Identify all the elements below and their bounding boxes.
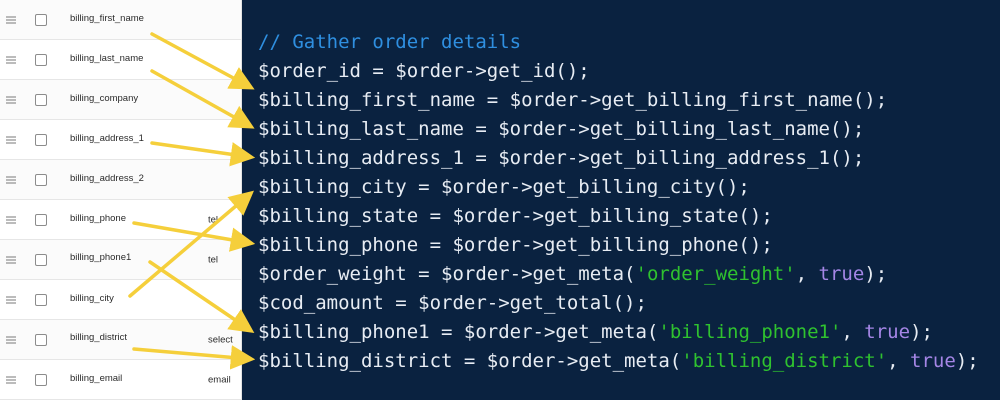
drag-handle-icon[interactable] (6, 216, 16, 223)
field-row[interactable]: billing_city (0, 280, 241, 320)
field-row[interactable]: billing_phone1 tel (0, 240, 241, 280)
row-checkbox[interactable] (35, 93, 47, 106)
drag-handle-icon[interactable] (6, 376, 16, 383)
drag-handle-icon[interactable] (6, 256, 16, 263)
field-type: tel (208, 214, 219, 225)
row-checkbox[interactable] (35, 53, 47, 66)
field-row[interactable]: billing_address_2 (0, 160, 241, 200)
code-comment: // Gather order details (258, 31, 522, 53)
code-text: ); (910, 321, 933, 343)
code-line: $billing_phone = $order->get_billing_pho… (258, 234, 773, 256)
code-text: $order_weight = $order->get_meta( (258, 263, 636, 285)
checkout-fields-list: billing_first_name billing_last_name bil… (0, 0, 242, 400)
code-editor: // Gather order details $order_id = $ord… (242, 0, 1000, 400)
field-row[interactable]: billing_address_1 (0, 120, 241, 160)
field-row[interactable]: billing_first_name (0, 0, 241, 40)
code-string: 'billing_district' (681, 350, 888, 372)
code-text: , (841, 321, 865, 343)
code-line: $billing_last_name = $order->get_billing… (258, 118, 865, 140)
row-checkbox[interactable] (35, 333, 47, 346)
field-name: billing_first_name (70, 13, 144, 24)
drag-handle-icon[interactable] (6, 96, 16, 103)
code-string: 'order_weight' (635, 263, 796, 285)
field-name: billing_address_2 (70, 173, 144, 184)
row-checkbox[interactable] (35, 373, 47, 386)
row-checkbox[interactable] (35, 173, 47, 186)
field-type: select (208, 334, 233, 345)
code-text: , (795, 263, 819, 285)
code-text: $billing_phone1 = $order->get_meta( (258, 321, 659, 343)
code-text: , (887, 350, 911, 372)
row-checkbox[interactable] (35, 213, 47, 226)
field-name: billing_email (70, 373, 123, 384)
drag-handle-icon[interactable] (6, 16, 16, 23)
drag-handle-icon[interactable] (6, 56, 16, 63)
field-row[interactable]: billing_company (0, 80, 241, 120)
drag-handle-icon[interactable] (6, 336, 16, 343)
code-line: $billing_first_name = $order->get_billin… (258, 89, 888, 111)
field-row[interactable]: billing_email email (0, 360, 241, 400)
code-line: $order_weight = $order->get_meta('order_… (258, 260, 887, 289)
code-text: ); (955, 350, 979, 372)
drag-handle-icon[interactable] (6, 176, 16, 183)
code-line: $billing_city = $order->get_billing_city… (258, 176, 750, 198)
field-row[interactable]: billing_last_name (0, 40, 241, 80)
code-line: $order_id = $order->get_id(); (258, 60, 590, 82)
field-name: billing_last_name (70, 53, 144, 64)
field-name: billing_phone1 (70, 252, 132, 263)
code-line: $cod_amount = $order->get_total(); (258, 292, 647, 314)
field-name: billing_address_1 (70, 133, 144, 144)
code-line: $billing_address_1 = $order->get_billing… (258, 147, 865, 169)
code-line: $billing_district = $order->get_meta('bi… (258, 347, 979, 376)
row-checkbox[interactable] (35, 13, 47, 26)
field-row[interactable]: billing_district select (0, 320, 241, 360)
field-type: email (208, 374, 231, 385)
code-string: 'billing_phone1' (658, 321, 842, 343)
code-keyword: true (864, 321, 911, 343)
field-name: billing_district (70, 332, 128, 343)
row-checkbox[interactable] (35, 253, 47, 266)
code-keyword: true (910, 350, 956, 372)
field-type: tel (208, 254, 219, 265)
code-line: $billing_phone1 = $order->get_meta('bill… (258, 318, 933, 347)
code-text: $billing_district = $order->get_meta( (258, 350, 682, 372)
field-row[interactable]: billing_phone tel (0, 200, 241, 240)
field-name: billing_company (70, 93, 139, 104)
code-text: ); (864, 263, 888, 285)
field-name: billing_phone (70, 213, 126, 224)
field-name: billing_city (70, 293, 114, 304)
code-keyword: true (818, 263, 865, 285)
row-checkbox[interactable] (35, 133, 47, 146)
row-checkbox[interactable] (35, 293, 47, 306)
code-line: $billing_state = $order->get_billing_sta… (258, 205, 773, 227)
drag-handle-icon[interactable] (6, 296, 16, 303)
drag-handle-icon[interactable] (6, 136, 16, 143)
